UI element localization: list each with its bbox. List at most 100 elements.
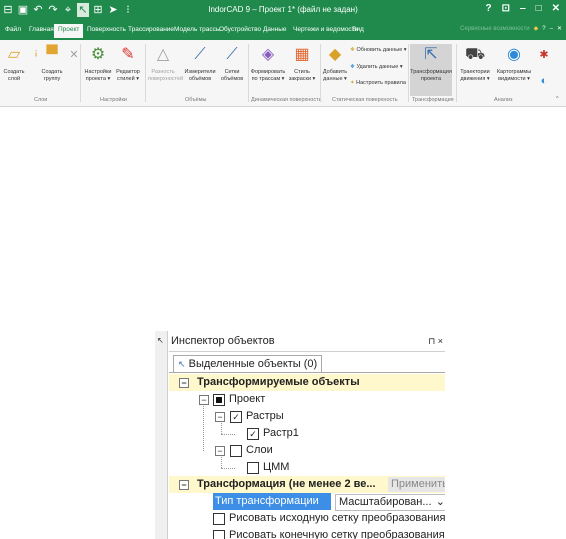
property-draw-source-grid[interactable]: Рисовать исходную сетку преобразования [169, 510, 445, 527]
checkbox-unchecked[interactable] [213, 530, 225, 539]
checkbox-unchecked[interactable] [230, 445, 242, 457]
tree-item-rasters[interactable]: − ✓ Растры [169, 408, 445, 425]
group-analysis: Анализ [494, 97, 513, 103]
tab-drawings[interactable]: Чертежи и ведомости [293, 26, 358, 33]
surface-difference-button[interactable]: △ Разность поверхностей [148, 44, 183, 83]
tab-view[interactable]: Вид [352, 26, 364, 33]
add-data-button[interactable]: ◆ Добавить данные ▾ [322, 44, 348, 83]
style-editor-button[interactable]: ✎ Редактор стилей ▾ [114, 44, 142, 83]
add-data-icon: ◆ [328, 46, 342, 63]
visibility-maps-button[interactable]: ◉ Картограммы видимости ▾ [496, 44, 532, 83]
project-transformation-button[interactable]: ⇱ Трансформация проекта [410, 44, 452, 96]
selected-objects-icon: ↖ [178, 359, 186, 369]
tab-right-area: Сервисные возможности ◆ ? ‒ ✕ [460, 25, 562, 33]
visibility-maps-icon: ◉ [507, 46, 521, 63]
tree-item-label: ЦММ [263, 461, 290, 473]
apply-button[interactable]: Применить [388, 477, 445, 492]
property-transform-type[interactable]: Тип трансформации Масштабирован... ⌄ [169, 493, 445, 511]
checkbox-unchecked[interactable] [247, 462, 259, 474]
separator [145, 44, 146, 102]
inspector-title: Инспектор объектов [171, 335, 275, 347]
tree-item-cmm[interactable]: ЦММ [169, 459, 445, 476]
property-label: Рисовать конечную сетку преобразования [229, 529, 445, 539]
object-inspector: ↖ Инспектор объектов ⊓ × ↖ Выделенные об… [155, 331, 445, 539]
tab-alignment[interactable]: Трассирование [128, 26, 174, 33]
collapse-icon[interactable]: − [179, 480, 189, 490]
delete-data-button[interactable]: ❖ Удалить данные ▾ [350, 64, 403, 70]
checkbox-checked[interactable]: ✓ [247, 428, 259, 440]
fill-style-icon: ▦ [294, 46, 310, 63]
separator [320, 44, 321, 102]
options-icon[interactable]: ◆ [534, 25, 539, 32]
update-data-button[interactable]: ❖ Обновить данные ▾ [350, 47, 407, 53]
motion-trajectories-button[interactable]: ⛟ Траектории движения ▾ [458, 44, 492, 83]
analysis-extra-button[interactable]: ✱ [534, 44, 548, 69]
tab-alignment-model[interactable]: Модель трассы [174, 26, 221, 33]
property-draw-target-grid[interactable]: Рисовать конечную сетку преобразования [169, 527, 445, 539]
minimize-button[interactable]: ‒ [520, 3, 526, 14]
tab-surface[interactable]: Поверхность [87, 26, 126, 33]
create-group-icon: ▀ [46, 46, 58, 63]
help-button[interactable]: ? [486, 3, 492, 14]
analysis-extra-button-2[interactable]: ◐ [534, 70, 548, 95]
inspector-close-icon[interactable]: × [438, 336, 443, 346]
create-group-button[interactable]: ▀ Создать группу [40, 44, 64, 83]
analysis-extra-icon-2: ◐ [540, 75, 548, 87]
tab-project[interactable]: Проект [54, 24, 84, 38]
tree-item-project[interactable]: − Проект [169, 391, 445, 408]
close-button[interactable]: ✕ [552, 3, 560, 14]
checkbox-partial[interactable] [213, 394, 225, 406]
tree-item-label: Проект [229, 393, 266, 405]
category-label: Трансформация (не менее 2 ве... [197, 478, 376, 490]
collapse-icon[interactable]: − [179, 378, 189, 388]
window-controls: ? ⊡ ‒ □ ✕ [486, 3, 561, 14]
dock-arrow-icon[interactable]: ↖ [157, 336, 164, 345]
configure-rules-button[interactable]: ✦ Настроить правила [350, 80, 406, 86]
form-by-alignments-button[interactable]: ◈ Формировать по трассам ▾ [250, 44, 286, 83]
property-label: Рисовать исходную сетку преобразования [229, 512, 445, 524]
delete-data-icon: ❖ [350, 64, 355, 70]
group-volumes: Объёмы [185, 97, 207, 103]
collapse-icon[interactable]: − [215, 412, 225, 422]
ribbon-min-button[interactable]: ‒ [550, 26, 553, 32]
pin-icon[interactable]: ⊓ [428, 336, 435, 346]
project-settings-button[interactable]: ⚙ Настройки проекта ▾ [84, 44, 112, 83]
form-by-alignments-icon: ◈ [261, 46, 275, 63]
tab-selected-objects[interactable]: ↖ Выделенные объекты (0) [173, 355, 323, 373]
collapse-icon[interactable]: − [199, 395, 209, 405]
tab-home[interactable]: Главная [29, 26, 54, 33]
service-label[interactable]: Сервисные возможности [460, 26, 529, 32]
tab-arrangement[interactable]: Обустройство [219, 26, 261, 33]
tree-item-label: Растр1 [263, 427, 299, 439]
delete-layer-button[interactable]: ✕ [64, 44, 78, 69]
ribbon-close-button[interactable]: ✕ [557, 25, 562, 32]
create-layer-icon: ▱ [7, 46, 21, 63]
create-layer-button[interactable]: ▱ Создать слой [3, 44, 25, 83]
transform-type-select[interactable]: Масштабирован... ⌄ [335, 494, 445, 511]
group-transformation: Трансформация [412, 97, 454, 103]
volume-meters-button[interactable]: ⟋ Измерители объёмов [184, 44, 216, 83]
update-data-icon: ❖ [350, 47, 355, 53]
inspector-controls: ⊓ × [428, 331, 443, 351]
collapse-icon[interactable]: − [215, 446, 225, 456]
fill-style-button[interactable]: ▦ Стиль закраски ▾ [288, 44, 316, 83]
inspector-dock-strip: ↖ [155, 331, 168, 539]
category-transformation[interactable]: − Трансформация (не менее 2 ве... Примен… [169, 476, 445, 493]
volume-grids-button[interactable]: ⟋ Сетки объёмов [218, 44, 246, 83]
tab-file[interactable]: Файл [5, 26, 21, 33]
restore-ribbon-button[interactable]: ⊡ [502, 3, 510, 14]
tab-data[interactable]: Данные [263, 26, 286, 33]
separator [248, 44, 249, 102]
ribbon-panel: ▱ Создать слой ꜟ ▀ Создать группу ✕ Слои… [0, 40, 566, 107]
property-label: Тип трансформации [213, 493, 331, 510]
maximize-button[interactable]: □ [536, 3, 542, 14]
tree-item-layers[interactable]: − Слои [169, 442, 445, 459]
ribbon-help-button[interactable]: ? [542, 26, 545, 32]
checkbox-unchecked[interactable] [213, 513, 225, 525]
checkbox-checked[interactable]: ✓ [230, 411, 242, 423]
category-transformed-objects[interactable]: − Трансформируемые объекты [169, 374, 445, 391]
collapse-ribbon-button[interactable]: ^ [556, 96, 559, 102]
volume-grids-icon: ⟋ [226, 46, 238, 63]
group-settings: Настройки [100, 97, 127, 103]
tree-item-raster1[interactable]: ✓ Растр1 [169, 425, 445, 442]
